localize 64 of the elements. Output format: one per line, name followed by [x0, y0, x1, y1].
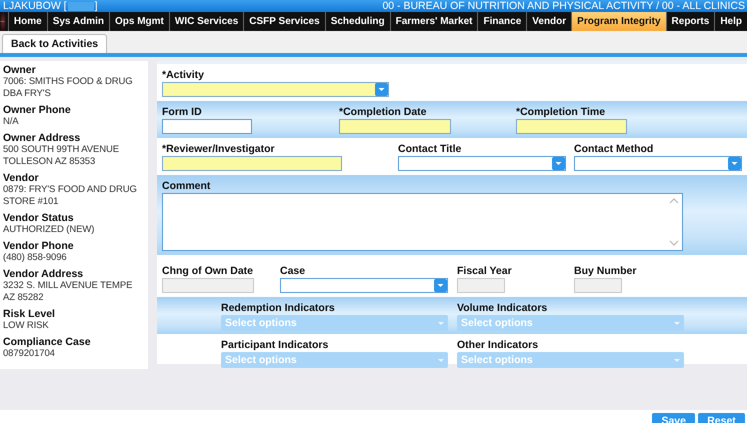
caret-icon: [674, 359, 680, 362]
field-label: Case: [280, 265, 306, 277]
info-value: 0879201704: [3, 348, 56, 360]
field-label: Contact Title: [398, 143, 462, 155]
info-value: 0879: FRY'S FOOD AND DRUG STORE #101: [3, 184, 138, 208]
agency-title: 00 - BUREAU OF NUTRITION AND PHYSICAL ACTIVITY / 00 - ALL CLINICS: [382, 0, 745, 12]
dropdown-field[interactable]: [574, 156, 742, 171]
info-label: Vendor Phone: [3, 240, 75, 252]
info-label: Vendor Status: [3, 212, 75, 224]
dropdown-field[interactable]: [280, 278, 448, 293]
redacted-block: [68, 2, 94, 10]
text-input-field[interactable]: [162, 119, 252, 134]
info-value: 500 SOUTH 99TH AVENUE TOLLESON AZ 85353: [3, 144, 120, 168]
field-label: Other Indicators: [457, 339, 540, 351]
caret-icon: [434, 279, 447, 292]
field-label: Form ID: [162, 106, 203, 118]
field-label: Comment: [162, 180, 212, 192]
caret-icon: [375, 83, 388, 96]
info-value: (480) 858-9096: [3, 252, 68, 264]
caret-icon: [438, 322, 444, 325]
info-label: Compliance Case: [3, 336, 92, 348]
caret-icon: [728, 157, 741, 170]
caret-icon: [552, 157, 565, 170]
multiselect-field[interactable]: Select options: [221, 352, 448, 368]
scroll-up-icon: [669, 198, 679, 204]
text-input-field[interactable]: [516, 119, 627, 134]
multiselect-field[interactable]: Select options: [221, 315, 448, 331]
scroll-down-icon: [669, 240, 679, 246]
caret-icon: [674, 322, 680, 325]
info-value: 3232 S. MILL AVENUE TEMPE AZ 85282: [3, 280, 134, 304]
field-label: *Activity: [162, 69, 206, 81]
text-input-field[interactable]: [339, 119, 451, 134]
logo-drawing: [0, 12, 6, 31]
info-label: Owner Phone: [3, 104, 72, 116]
field-label: Participant Indicators: [221, 339, 330, 351]
bracket-text: ]: [94, 0, 98, 12]
info-value: AUTHORIZED (NEW): [3, 224, 96, 236]
field-label: *Completion Date: [339, 106, 428, 118]
text-input-field[interactable]: [162, 156, 342, 171]
field-label: Chng of Own Date: [162, 265, 254, 277]
user-name: LJAKUBOW [: [3, 0, 67, 12]
info-value: 7006: SMITHS FOOD & DRUG DBA FRY'S: [3, 76, 134, 100]
info-label: Risk Level: [3, 308, 56, 320]
dropdown-field[interactable]: [162, 82, 389, 97]
multiselect-field[interactable]: Select options: [457, 315, 684, 331]
field-label: *Completion Time: [516, 106, 606, 118]
dropdown-field[interactable]: [398, 156, 566, 171]
field-label: *Reviewer/Investigator: [162, 143, 276, 155]
back-to-activities-tab[interactable]: Back to Activities: [2, 34, 108, 53]
info-label: Owner: [3, 64, 37, 76]
info-label: Vendor: [3, 172, 40, 184]
caret-icon: [438, 359, 444, 362]
field-label: Volume Indicators: [457, 302, 548, 314]
comment-field[interactable]: [162, 193, 683, 251]
info-label: Vendor Address: [3, 268, 84, 280]
info-value: N/A: [3, 116, 20, 128]
info-value: LOW RISK: [3, 320, 50, 332]
field-label: Buy Number: [574, 265, 638, 277]
field-label: Redemption Indicators: [221, 302, 336, 314]
nav-menu-item[interactable]: Program Integrity: [571, 12, 666, 31]
field-label: Contact Method: [574, 143, 654, 155]
field-label: Fiscal Year: [457, 265, 513, 277]
info-label: Owner Address: [3, 132, 82, 144]
multiselect-field[interactable]: Select options: [457, 352, 684, 368]
